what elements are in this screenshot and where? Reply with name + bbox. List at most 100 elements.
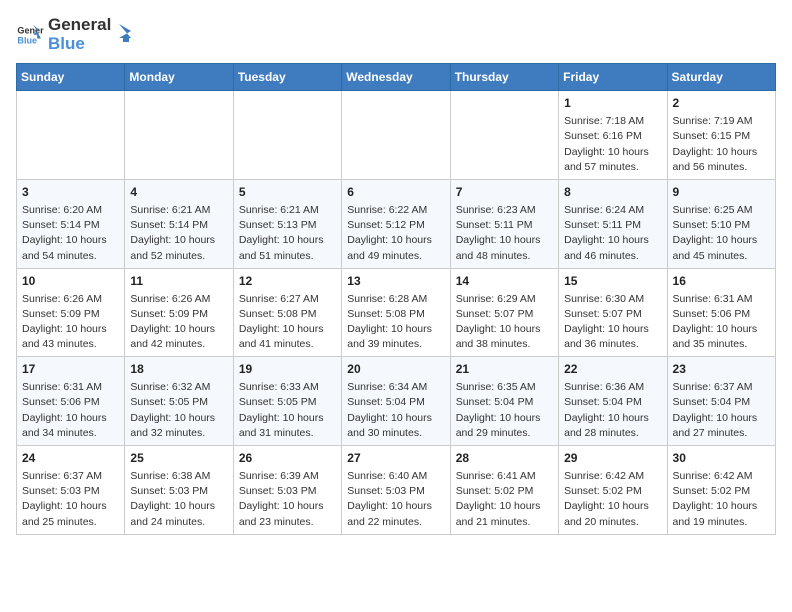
day-info: Sunrise: 6:39 AMSunset: 5:03 PMDaylight:… (239, 469, 336, 530)
day-info: Sunrise: 6:42 AMSunset: 5:02 PMDaylight:… (673, 469, 770, 530)
calendar-day-cell: 14Sunrise: 6:29 AMSunset: 5:07 PMDayligh… (450, 268, 558, 357)
day-info: Sunrise: 6:30 AMSunset: 5:07 PMDaylight:… (564, 292, 661, 353)
day-info: Sunrise: 6:41 AMSunset: 5:02 PMDaylight:… (456, 469, 553, 530)
day-info: Sunrise: 7:18 AMSunset: 6:16 PMDaylight:… (564, 114, 661, 175)
day-info: Sunrise: 6:21 AMSunset: 5:13 PMDaylight:… (239, 203, 336, 264)
day-number: 7 (456, 184, 553, 201)
calendar-day-cell: 3Sunrise: 6:20 AMSunset: 5:14 PMDaylight… (17, 180, 125, 269)
calendar-day-cell (125, 91, 233, 180)
calendar-week-row: 10 Sunrise: 6:26 AMSunset: 5:09 PMDayligh… (17, 268, 776, 357)
day-number: 2 (673, 95, 770, 112)
day-info: Sunrise: 6:37 AMSunset: 5:03 PMDaylight:… (22, 469, 119, 530)
calendar-day-cell: 7Sunrise: 6:23 AMSunset: 5:11 PMDaylight… (450, 180, 558, 269)
calendar-day-cell: 19 Sunrise: 6:33 AMSunset: 5:05 PMDayligh… (233, 357, 341, 446)
col-header-thursday: Thursday (450, 64, 558, 91)
calendar-day-cell: 29Sunrise: 6:42 AMSunset: 5:02 PMDayligh… (559, 446, 667, 535)
calendar-day-cell: 25 Sunrise: 6:38 AMSunset: 5:03 PMDayligh… (125, 446, 233, 535)
day-number: 4 (130, 184, 227, 201)
day-info: Sunrise: 6:33 AMSunset: 5:05 PMDaylight:… (239, 380, 336, 441)
day-info: Sunrise: 6:28 AMSunset: 5:08 PMDaylight:… (347, 292, 444, 353)
logo-icon: General Blue (16, 21, 44, 49)
logo-general-text: General (48, 16, 111, 35)
day-number: 8 (564, 184, 661, 201)
day-info: Sunrise: 6:40 AMSunset: 5:03 PMDaylight:… (347, 469, 444, 530)
day-info: Sunrise: 6:22 AMSunset: 5:12 PMDaylight:… (347, 203, 444, 264)
col-header-saturday: Saturday (667, 64, 775, 91)
calendar-day-cell: 20Sunrise: 6:34 AMSunset: 5:04 PMDayligh… (342, 357, 450, 446)
calendar-day-cell: 17Sunrise: 6:31 AMSunset: 5:06 PMDayligh… (17, 357, 125, 446)
svg-text:General: General (17, 25, 44, 35)
calendar-table: SundayMondayTuesdayWednesdayThursdayFrid… (16, 63, 776, 534)
day-info: Sunrise: 6:26 AMSunset: 5:09 PMDaylight:… (22, 292, 119, 353)
day-number: 5 (239, 184, 336, 201)
col-header-tuesday: Tuesday (233, 64, 341, 91)
day-info: Sunrise: 7:19 AMSunset: 6:15 PMDaylight:… (673, 114, 770, 175)
calendar-day-cell: 2 Sunrise: 7:19 AMSunset: 6:15 PMDaylight… (667, 91, 775, 180)
logo-blue-text: Blue (48, 35, 111, 54)
col-header-sunday: Sunday (17, 64, 125, 91)
day-number: 13 (347, 273, 444, 290)
day-number: 24 (22, 450, 119, 467)
day-info: Sunrise: 6:31 AMSunset: 5:06 PMDaylight:… (673, 292, 770, 353)
calendar-day-cell: 8Sunrise: 6:24 AMSunset: 5:11 PMDaylight… (559, 180, 667, 269)
calendar-week-row: 24 Sunrise: 6:37 AMSunset: 5:03 PMDayligh… (17, 446, 776, 535)
day-number: 17 (22, 361, 119, 378)
calendar-day-cell: 4 Sunrise: 6:21 AMSunset: 5:14 PMDaylight… (125, 180, 233, 269)
day-info: Sunrise: 6:32 AMSunset: 5:05 PMDaylight:… (130, 380, 227, 441)
day-number: 28 (456, 450, 553, 467)
day-number: 10 (22, 273, 119, 290)
calendar-day-cell: 9Sunrise: 6:25 AMSunset: 5:10 PMDaylight… (667, 180, 775, 269)
calendar-week-row: 1 Sunrise: 7:18 AMSunset: 6:16 PMDaylight… (17, 91, 776, 180)
col-header-wednesday: Wednesday (342, 64, 450, 91)
day-number: 3 (22, 184, 119, 201)
day-info: Sunrise: 6:42 AMSunset: 5:02 PMDaylight:… (564, 469, 661, 530)
calendar-day-cell: 18 Sunrise: 6:32 AMSunset: 5:05 PMDayligh… (125, 357, 233, 446)
day-info: Sunrise: 6:25 AMSunset: 5:10 PMDaylight:… (673, 203, 770, 264)
day-info: Sunrise: 6:35 AMSunset: 5:04 PMDaylight:… (456, 380, 553, 441)
calendar-day-cell (450, 91, 558, 180)
calendar-day-cell: 11Sunrise: 6:26 AMSunset: 5:09 PMDayligh… (125, 268, 233, 357)
calendar-day-cell: 28 Sunrise: 6:41 AMSunset: 5:02 PMDayligh… (450, 446, 558, 535)
calendar-day-cell: 6Sunrise: 6:22 AMSunset: 5:12 PMDaylight… (342, 180, 450, 269)
day-number: 1 (564, 95, 661, 112)
calendar-day-cell: 24 Sunrise: 6:37 AMSunset: 5:03 PMDayligh… (17, 446, 125, 535)
day-number: 26 (239, 450, 336, 467)
day-info: Sunrise: 6:36 AMSunset: 5:04 PMDaylight:… (564, 380, 661, 441)
day-number: 27 (347, 450, 444, 467)
svg-text:Blue: Blue (17, 35, 37, 45)
day-number: 23 (673, 361, 770, 378)
calendar-day-cell: 5 Sunrise: 6:21 AMSunset: 5:13 PMDaylight… (233, 180, 341, 269)
day-info: Sunrise: 6:21 AMSunset: 5:14 PMDaylight:… (130, 203, 227, 264)
day-number: 22 (564, 361, 661, 378)
logo-arrow-icon (109, 20, 131, 42)
day-number: 21 (456, 361, 553, 378)
calendar-day-cell: 16 Sunrise: 6:31 AMSunset: 5:06 PMDayligh… (667, 268, 775, 357)
day-info: Sunrise: 6:37 AMSunset: 5:04 PMDaylight:… (673, 380, 770, 441)
calendar-day-cell: 30 Sunrise: 6:42 AMSunset: 5:02 PMDayligh… (667, 446, 775, 535)
day-number: 30 (673, 450, 770, 467)
calendar-day-cell: 27 Sunrise: 6:40 AMSunset: 5:03 PMDayligh… (342, 446, 450, 535)
day-info: Sunrise: 6:34 AMSunset: 5:04 PMDaylight:… (347, 380, 444, 441)
day-number: 19 (239, 361, 336, 378)
day-number: 25 (130, 450, 227, 467)
calendar-week-row: 17Sunrise: 6:31 AMSunset: 5:06 PMDayligh… (17, 357, 776, 446)
calendar-day-cell (17, 91, 125, 180)
day-info: Sunrise: 6:38 AMSunset: 5:03 PMDaylight:… (130, 469, 227, 530)
calendar-day-cell (342, 91, 450, 180)
col-header-monday: Monday (125, 64, 233, 91)
logo: General Blue General Blue (16, 16, 131, 53)
calendar-day-cell: 1 Sunrise: 7:18 AMSunset: 6:16 PMDaylight… (559, 91, 667, 180)
calendar-day-cell: 26 Sunrise: 6:39 AMSunset: 5:03 PMDayligh… (233, 446, 341, 535)
calendar-day-cell: 10 Sunrise: 6:26 AMSunset: 5:09 PMDayligh… (17, 268, 125, 357)
day-number: 16 (673, 273, 770, 290)
calendar-week-row: 3Sunrise: 6:20 AMSunset: 5:14 PMDaylight… (17, 180, 776, 269)
calendar-day-cell: 23 Sunrise: 6:37 AMSunset: 5:04 PMDayligh… (667, 357, 775, 446)
day-number: 18 (130, 361, 227, 378)
calendar-day-cell: 13 Sunrise: 6:28 AMSunset: 5:08 PMDayligh… (342, 268, 450, 357)
day-number: 15 (564, 273, 661, 290)
calendar-day-cell: 21 Sunrise: 6:35 AMSunset: 5:04 PMDayligh… (450, 357, 558, 446)
calendar-day-cell: 15 Sunrise: 6:30 AMSunset: 5:07 PMDayligh… (559, 268, 667, 357)
header: General Blue General Blue (16, 16, 776, 53)
day-number: 14 (456, 273, 553, 290)
calendar-header-row: SundayMondayTuesdayWednesdayThursdayFrid… (17, 64, 776, 91)
